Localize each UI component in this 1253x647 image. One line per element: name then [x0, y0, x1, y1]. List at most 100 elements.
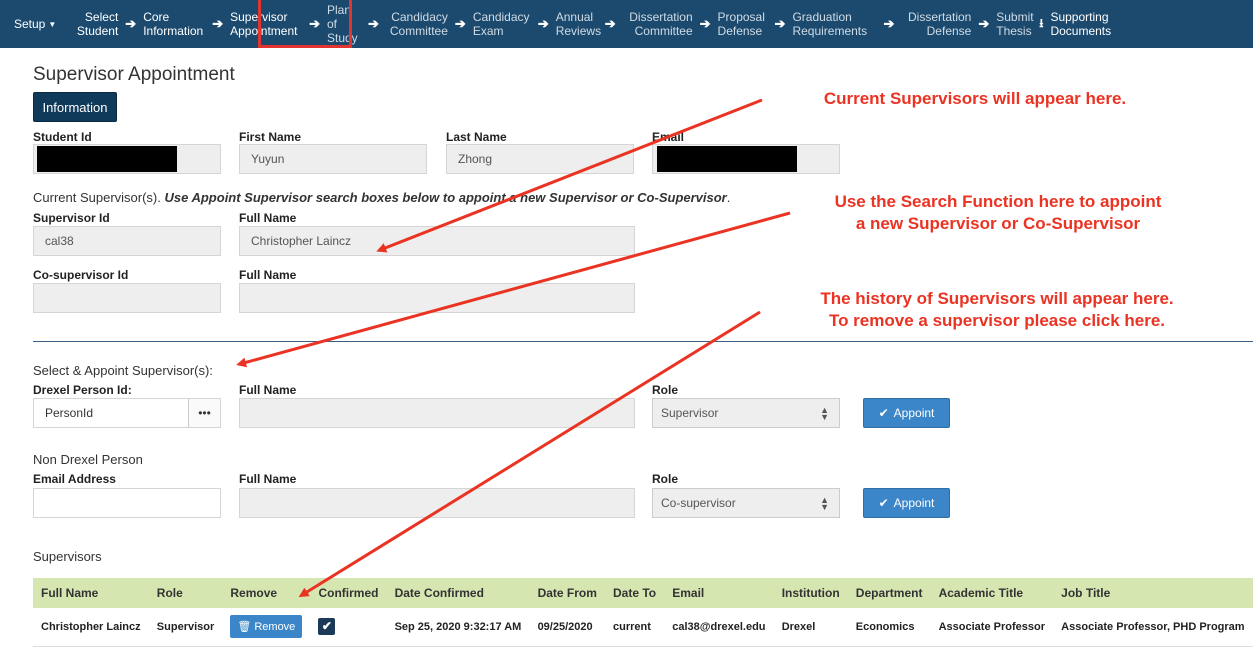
- full-name-label: Full Name: [239, 211, 297, 225]
- nav-dissertation-defense[interactable]: Dissertation Defense: [897, 10, 975, 38]
- current-instruction: Use Appoint Supervisor search boxes belo…: [164, 190, 727, 205]
- appoint-full-name-label: Full Name: [239, 383, 297, 397]
- lookup-button[interactable]: •••: [188, 399, 220, 427]
- table-header-row: Full Name Role Remove Confirmed Date Con…: [33, 578, 1253, 608]
- nav-label: Requirements: [792, 24, 868, 38]
- page-title: Supervisor Appointment: [33, 64, 235, 85]
- appoint-button[interactable]: ✔ Appoint: [863, 398, 950, 428]
- last-name-label: Last Name: [446, 130, 507, 144]
- table-header: Date From: [529, 578, 606, 608]
- nav-label: Supporting: [1050, 10, 1109, 24]
- annotation-line: The history of Supervisors will appear h…: [820, 289, 1174, 308]
- cosupervisor-id-label: Co-supervisor Id: [33, 268, 129, 282]
- annotation-line: a new Supervisor or Co-Supervisor: [855, 214, 1141, 233]
- arrow-right-icon: ➔: [604, 16, 616, 31]
- email-address-label: Email Address: [33, 472, 116, 486]
- check-icon: ✔: [878, 406, 889, 420]
- redacted-block: [657, 146, 797, 172]
- nav-label: Candidacy: [472, 10, 530, 24]
- person-id-value: PersonId: [45, 406, 94, 420]
- appoint-section-title: Select & Appoint Supervisor(s):: [33, 363, 213, 378]
- non-drexel-role-label: Role: [652, 472, 679, 486]
- download-icon: ⭳: [1039, 15, 1044, 30]
- nav-annual-reviews[interactable]: Annual Reviews: [552, 10, 602, 38]
- email-address-input[interactable]: [33, 488, 221, 518]
- updown-caret-icon: ▲ ▼: [820, 495, 829, 512]
- table-header: Department: [847, 578, 931, 608]
- cosupervisor-id-field: [33, 283, 221, 313]
- cell-full-name: Christopher Laincz: [33, 608, 149, 647]
- table-header: Remove: [222, 578, 311, 608]
- role-select[interactable]: Supervisor ▲ ▼: [652, 398, 840, 428]
- setup-menu[interactable]: Setup ▼: [0, 17, 66, 31]
- annotation-history: The history of Supervisors will appear h…: [752, 288, 1242, 332]
- cell-job-title: Associate Professor, PHD Program: [1053, 608, 1253, 647]
- cell-department: Economics: [847, 608, 931, 647]
- table-header: Academic Title: [930, 578, 1054, 608]
- nav-label: Committee: [634, 24, 693, 38]
- supervisors-table: Full Name Role Remove Confirmed Date Con…: [33, 578, 1253, 647]
- setup-label: Setup: [14, 17, 46, 31]
- nav-label: Proposal: [717, 10, 765, 24]
- non-drexel-full-name-field: [239, 488, 635, 518]
- nav-graduation-requirements[interactable]: Graduation Requirements: [788, 10, 880, 38]
- arrow-right-icon: ➔: [774, 16, 786, 31]
- table-header: Full Name: [33, 578, 149, 608]
- arrow-right-icon: ➔: [978, 16, 990, 31]
- nav-submit-thesis[interactable]: Submit Thesis: [992, 10, 1036, 38]
- cell-date-from: 09/25/2020: [529, 608, 606, 647]
- nav-label: Reviews: [555, 24, 602, 38]
- nav-label: Documents: [1050, 24, 1112, 38]
- supervisor-id-field: cal38: [33, 226, 221, 256]
- cell-remove: 🗑 Remove: [222, 608, 311, 647]
- table-header: Role: [148, 578, 223, 608]
- annotation-search-function: Use the Search Function here to appoint …: [778, 191, 1218, 235]
- cell-email: cal38@drexel.edu: [664, 608, 774, 647]
- supervisor-full-name-field: Christopher Laincz: [239, 226, 635, 256]
- cell-date-confirmed: Sep 25, 2020 9:32:17 AM: [386, 608, 530, 647]
- divider: [33, 341, 1253, 342]
- nav-select-student[interactable]: Select Student: [66, 10, 122, 38]
- nav-label: Information: [143, 24, 204, 38]
- annotation-line: Use the Search Function here to appoint: [834, 192, 1162, 211]
- nav-label: Annual: [555, 10, 594, 24]
- appoint-full-name-field: [239, 398, 635, 428]
- nav-core-information[interactable]: Core Information: [139, 10, 209, 38]
- nav-candidacy-committee[interactable]: Candidacy Committee: [382, 10, 452, 38]
- last-name-field: Zhong: [446, 144, 634, 174]
- annotation-line: To remove a supervisor please click here…: [828, 311, 1166, 330]
- supervisor-id-label: Supervisor Id: [33, 211, 110, 225]
- nav-candidacy-exam[interactable]: Candidacy Exam: [469, 10, 535, 38]
- nav-supporting-documents[interactable]: Supporting Documents: [1046, 10, 1116, 38]
- remove-button[interactable]: 🗑 Remove: [230, 615, 303, 639]
- nav-label: Dissertation: [907, 10, 972, 24]
- nav-proposal-defense[interactable]: Proposal Defense: [714, 10, 772, 38]
- email-label: Email: [652, 130, 685, 144]
- nav-label: Core: [143, 10, 170, 24]
- appoint-label: Appoint: [893, 406, 935, 420]
- nav-label: Submit: [996, 10, 1034, 24]
- role-label: Role: [652, 383, 679, 397]
- nav-label: Graduation: [792, 10, 852, 24]
- person-id-label: Drexel Person Id:: [33, 383, 132, 397]
- arrow-right-icon: ➔: [537, 16, 549, 31]
- non-drexel-title: Non Drexel Person: [33, 452, 143, 467]
- nav-label: Committee: [389, 24, 448, 38]
- cosupervisor-full-name-label: Full Name: [239, 268, 297, 282]
- non-drexel-appoint-button[interactable]: ✔ Appoint: [863, 488, 950, 518]
- nav-label: Dissertation: [629, 10, 693, 24]
- arrow-right-icon: ➔: [212, 16, 224, 31]
- arrow-right-icon: ➔: [454, 16, 466, 31]
- cell-academic-title: Associate Professor: [930, 608, 1054, 647]
- nav-label: Defense: [926, 24, 972, 38]
- first-name-label: First Name: [239, 130, 302, 144]
- cosupervisor-full-name-field: [239, 283, 635, 313]
- current-intro: Current Supervisor(s).: [33, 190, 161, 205]
- appoint-label: Appoint: [893, 496, 935, 510]
- table-header: Date To: [605, 578, 665, 608]
- information-button[interactable]: Information: [33, 92, 117, 122]
- table-header: Confirmed: [310, 578, 387, 608]
- nav-dissertation-committee[interactable]: Dissertation Committee: [619, 10, 697, 38]
- confirmed-checkbox[interactable]: ✔: [318, 618, 336, 636]
- non-drexel-role-select[interactable]: Co-supervisor ▲ ▼: [652, 488, 840, 518]
